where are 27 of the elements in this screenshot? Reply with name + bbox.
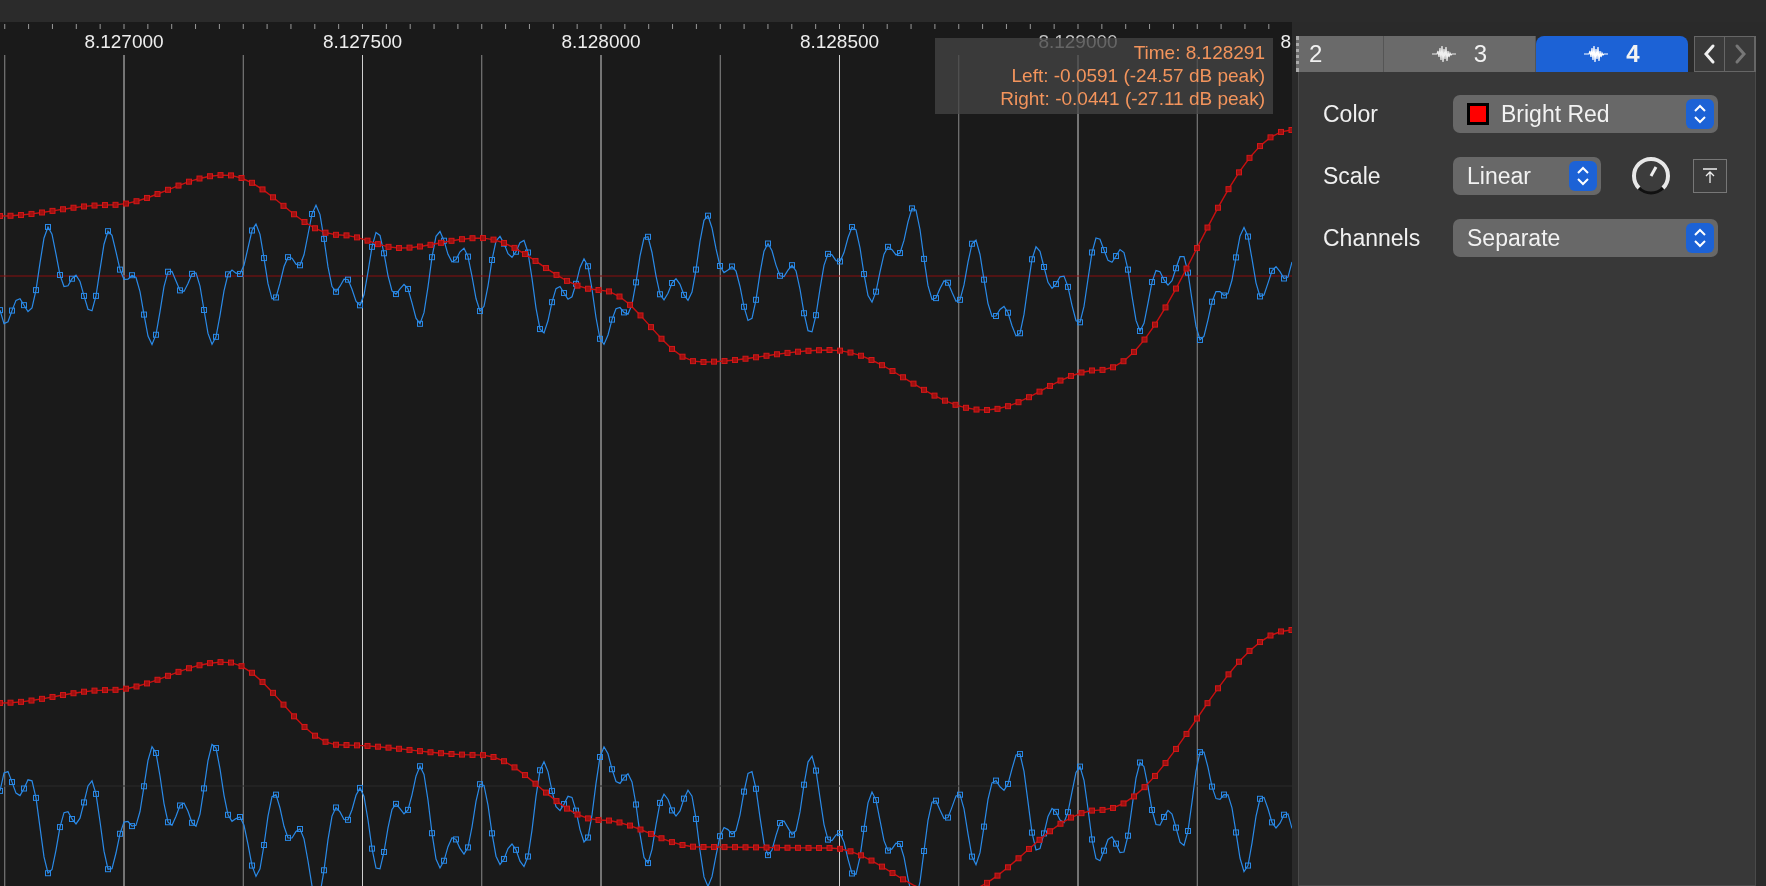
ruler-label: 8 [1280,31,1291,52]
setting-label: Channels [1323,224,1422,252]
popup-button[interactable]: Bright Red [1453,95,1718,133]
tooltip-text: Left: -0.0591 (-24.57 dB peak) [1011,64,1265,87]
previous-button[interactable] [1695,37,1725,71]
tab[interactable]: 2 [1296,36,1384,72]
waveform-icon [1584,45,1609,63]
ruler-label: 8.127500 [322,31,403,52]
popup-button[interactable]: Linear [1453,157,1601,195]
knob-icon[interactable] [1629,155,1673,197]
setting-label: Color [1323,100,1379,128]
stepper-icon [1686,223,1714,253]
tooltip-text: Time: 8.128291 [1133,41,1265,64]
ruler-label: 8.128000 [561,31,641,52]
tab[interactable]: 3 [1384,36,1536,72]
waveform-icon [1431,45,1456,63]
tooltip-text: Right: -0.0441 (-27.11 dB peak) [1000,87,1265,110]
ruler-label: 8.127000 [84,31,164,52]
ruler-label: 8.128500 [799,31,880,52]
align-top-button[interactable] [1693,159,1727,193]
popup-button[interactable]: Separate [1453,219,1718,257]
align-top-icon [1700,166,1720,186]
stepper-icon [1686,99,1714,129]
tab[interactable]: 4 [1536,36,1688,72]
ruler-label: 8.129000 [1038,31,1118,52]
setting-label: Scale [1323,162,1382,190]
stepper-icon [1569,161,1597,191]
